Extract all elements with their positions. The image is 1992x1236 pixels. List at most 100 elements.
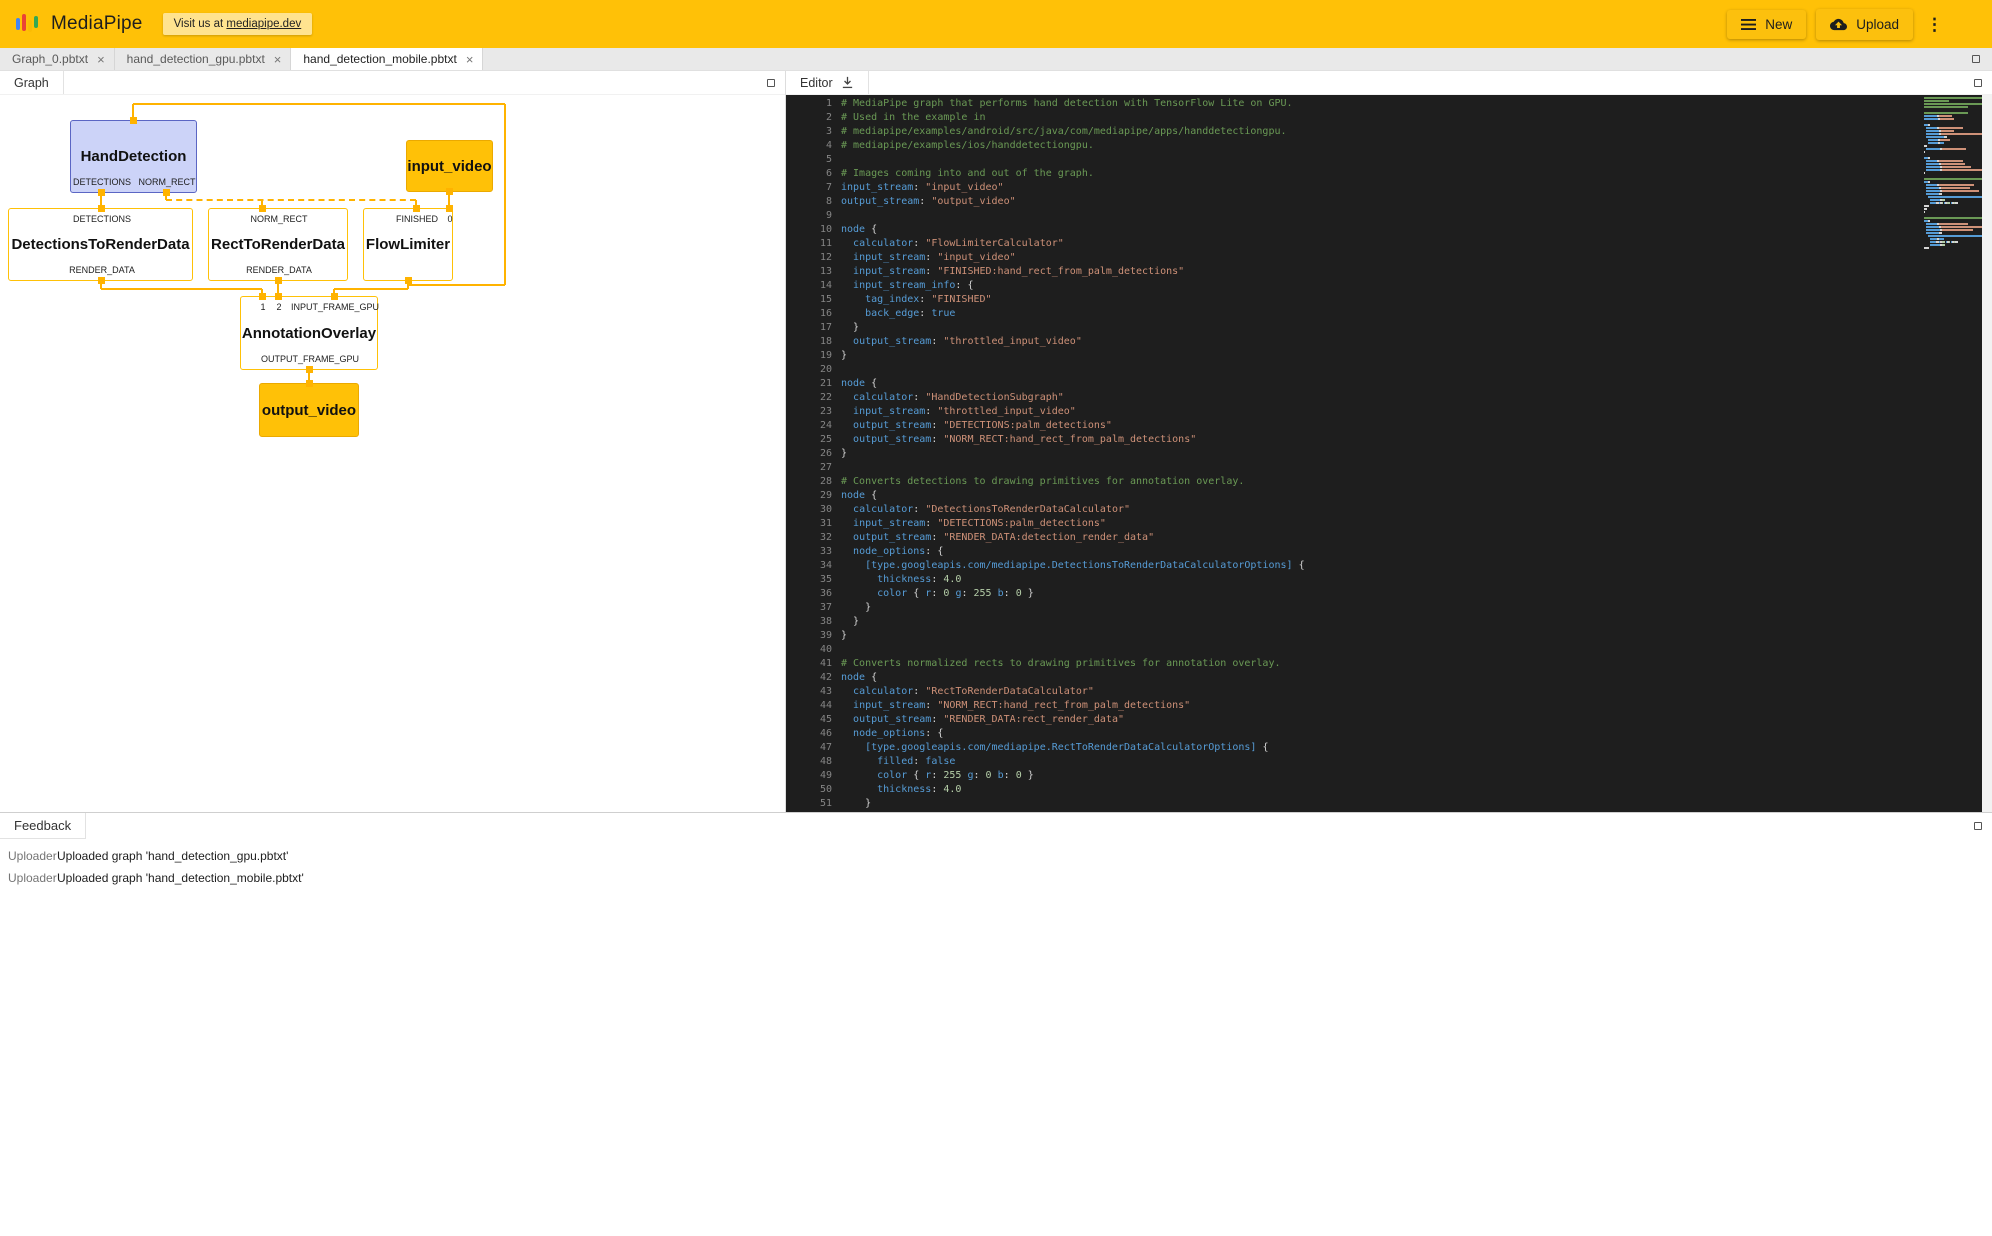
code-line[interactable]: 25 output_stream: "NORM_RECT:hand_rect_f…: [786, 433, 1992, 447]
tab-graph[interactable]: Graph: [0, 71, 64, 94]
code-line[interactable]: 26}: [786, 447, 1992, 461]
minimap-line: [1924, 169, 1982, 171]
code-line[interactable]: 50 thickness: 4.0: [786, 783, 1992, 797]
code-line[interactable]: 4# mediapipe/examples/ios/handdetectiong…: [786, 139, 1992, 153]
code-line[interactable]: 36 color { r: 0 g: 255 b: 0 }: [786, 587, 1992, 601]
code-line[interactable]: 38 }: [786, 615, 1992, 629]
graph-node-DetectionsToRenderData[interactable]: DetectionsToRenderDataDETECTIONSRENDER_D…: [8, 208, 193, 281]
port-dot: [405, 277, 412, 284]
tab-hand_detection_gpu.pbtxt[interactable]: hand_detection_gpu.pbtxt ×: [115, 48, 292, 70]
expand-icon[interactable]: [767, 79, 775, 87]
code-editor[interactable]: 1# MediaPipe graph that performs hand de…: [786, 95, 1992, 812]
code-line[interactable]: 39}: [786, 629, 1992, 643]
code-line[interactable]: 41# Converts normalized rects to drawing…: [786, 657, 1992, 671]
code-line[interactable]: 31 input_stream: "DETECTIONS:palm_detect…: [786, 517, 1992, 531]
code-line[interactable]: 33 node_options: {: [786, 545, 1992, 559]
tab-feedback[interactable]: Feedback: [0, 813, 86, 839]
tab-Graph_0.pbtxt[interactable]: Graph_0.pbtxt×: [0, 48, 115, 70]
line-text: node_options: {: [841, 727, 943, 741]
code-line[interactable]: 13 input_stream: "FINISHED:hand_rect_fro…: [786, 265, 1992, 279]
code-line[interactable]: 48 filled: false: [786, 755, 1992, 769]
code-line[interactable]: 37 }: [786, 601, 1992, 615]
port-dot: [275, 293, 282, 300]
expand-icon[interactable]: [1974, 79, 1982, 87]
code-line[interactable]: 34 [type.googleapis.com/mediapipe.Detect…: [786, 559, 1992, 573]
line-number: 11: [786, 237, 832, 251]
code-line[interactable]: 40: [786, 643, 1992, 657]
code-line[interactable]: 51 }: [786, 797, 1992, 811]
expand-icon[interactable]: [1972, 55, 1980, 63]
tab-close-icon[interactable]: ×: [97, 53, 105, 66]
download-icon[interactable]: [841, 76, 854, 89]
graph-node-HandDetection[interactable]: HandDetectionDETECTIONSNORM_RECT: [70, 120, 197, 193]
code-line[interactable]: 19}: [786, 349, 1992, 363]
code-line[interactable]: 27: [786, 461, 1992, 475]
code-line[interactable]: 7input_stream: "input_video": [786, 181, 1992, 195]
document-tabs: Graph_0.pbtxt×hand_detection_gpu.pbtxt×h…: [0, 48, 483, 70]
minimap-line: [1924, 211, 1982, 213]
code-line[interactable]: 5: [786, 153, 1992, 167]
line-number: 39: [786, 629, 832, 643]
editor-tab-label: Editor: [800, 76, 833, 90]
expand-icon[interactable]: [1974, 822, 1982, 830]
code-line[interactable]: 2# Used in the example in: [786, 111, 1992, 125]
kebab-menu-icon[interactable]: ⋮: [1923, 14, 1946, 35]
feedback-entry: UploaderUploaded graph 'hand_detection_m…: [8, 867, 1992, 889]
code-line[interactable]: 14 input_stream_info: {: [786, 279, 1992, 293]
mediapipe-dev-link[interactable]: mediapipe.dev: [226, 18, 301, 30]
code-line[interactable]: 35 thickness: 4.0: [786, 573, 1992, 587]
app-title: MediaPipe: [51, 13, 143, 35]
code-line[interactable]: 12 input_stream: "input_video": [786, 251, 1992, 265]
code-line[interactable]: 45 output_stream: "RENDER_DATA:rect_rend…: [786, 713, 1992, 727]
code-line[interactable]: 46 node_options: {: [786, 727, 1992, 741]
graph-node-output_video[interactable]: output_video: [259, 383, 359, 437]
code-line[interactable]: 22 calculator: "HandDetectionSubgraph": [786, 391, 1992, 405]
graph-node-AnnotationOverlay[interactable]: AnnotationOverlay12INPUT_FRAME_GPUOUTPUT…: [240, 296, 378, 370]
code-line[interactable]: 1# MediaPipe graph that performs hand de…: [786, 97, 1992, 111]
code-line[interactable]: 30 calculator: "DetectionsToRenderDataCa…: [786, 503, 1992, 517]
editor-scrollbar[interactable]: [1982, 95, 1992, 812]
line-number: 10: [786, 223, 832, 237]
line-text: calculator: "HandDetectionSubgraph": [841, 391, 1064, 405]
code-line[interactable]: 32 output_stream: "RENDER_DATA:detection…: [786, 531, 1992, 545]
graph-node-FlowLimiter[interactable]: FlowLimiterFINISHED0: [363, 208, 453, 281]
code-line[interactable]: 16 back_edge: true: [786, 307, 1992, 321]
code-line[interactable]: 6# Images coming into and out of the gra…: [786, 167, 1992, 181]
upload-button[interactable]: Upload: [1816, 9, 1913, 40]
graph-node-RectToRenderData[interactable]: RectToRenderDataNORM_RECTRENDER_DATA: [208, 208, 348, 281]
minimap[interactable]: [1924, 97, 1982, 250]
tab-close-icon[interactable]: ×: [466, 53, 474, 66]
graph-canvas[interactable]: HandDetectionDETECTIONSNORM_RECT input_vi…: [0, 95, 785, 812]
code-line[interactable]: 21node {: [786, 377, 1992, 391]
code-line[interactable]: 20: [786, 363, 1992, 377]
tab-label: hand_detection_gpu.pbtxt: [127, 52, 265, 66]
tab-hand_detection_mobile.pbtxt[interactable]: hand_detection_mobile.pbtxt×: [291, 48, 483, 70]
code-line[interactable]: 10node {: [786, 223, 1992, 237]
code-line[interactable]: 18 output_stream: "throttled_input_video…: [786, 335, 1992, 349]
code-line[interactable]: 42node {: [786, 671, 1992, 685]
new-button[interactable]: New: [1727, 10, 1806, 39]
graph-node-input_video[interactable]: input_video: [406, 140, 493, 192]
code-line[interactable]: 9: [786, 209, 1992, 223]
code-line[interactable]: 15 tag_index: "FINISHED": [786, 293, 1992, 307]
code-line[interactable]: 8output_stream: "output_video": [786, 195, 1992, 209]
code-line[interactable]: 23 input_stream: "throttled_input_video": [786, 405, 1992, 419]
code-line[interactable]: 44 input_stream: "NORM_RECT:hand_rect_fr…: [786, 699, 1992, 713]
minimap-line: [1924, 208, 1982, 210]
code-line[interactable]: 3# mediapipe/examples/android/src/java/c…: [786, 125, 1992, 139]
line-text: color { r: 0 g: 255 b: 0 }: [841, 587, 1034, 601]
code-line[interactable]: 29node {: [786, 489, 1992, 503]
code-line[interactable]: 11 calculator: "FlowLimiterCalculator": [786, 237, 1992, 251]
tab-editor[interactable]: Editor: [786, 71, 869, 94]
code-line[interactable]: 28# Converts detections to drawing primi…: [786, 475, 1992, 489]
minimap-line: [1924, 202, 1982, 204]
code-line[interactable]: 43 calculator: "RectToRenderDataCalculat…: [786, 685, 1992, 699]
line-number: 25: [786, 433, 832, 447]
code-line[interactable]: 24 output_stream: "DETECTIONS:palm_detec…: [786, 419, 1992, 433]
tab-close-icon[interactable]: ×: [274, 53, 282, 66]
code-line[interactable]: 49 color { r: 255 g: 0 b: 0 }: [786, 769, 1992, 783]
code-line[interactable]: 47 [type.googleapis.com/mediapipe.RectTo…: [786, 741, 1992, 755]
port-label: 0: [447, 214, 452, 224]
code-line[interactable]: 17 }: [786, 321, 1992, 335]
line-number: 6: [786, 167, 832, 181]
